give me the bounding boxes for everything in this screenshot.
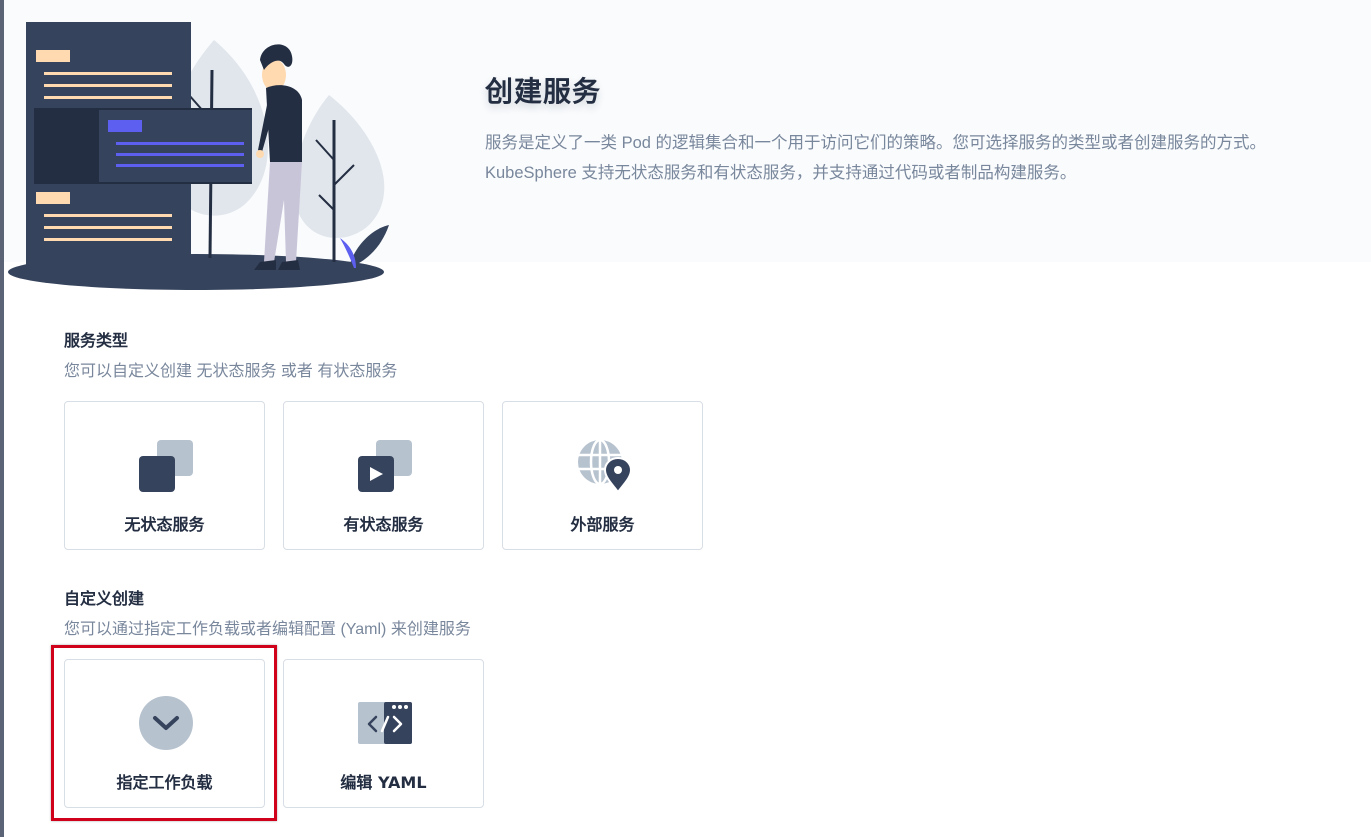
service-types-description: 您可以自定义创建 无状态服务 或者 有状态服务	[64, 363, 398, 380]
custom-create-description: 您可以通过指定工作负载或者编辑配置 (Yaml) 来创建服务	[64, 621, 471, 638]
external-service-card[interactable]: 外部服务	[502, 401, 703, 550]
card-label: 指定工作负载	[116, 773, 213, 792]
code-window-icon	[358, 702, 412, 744]
stateful-service-card[interactable]: 有状态服务	[283, 401, 484, 550]
stateful-service-icon	[358, 440, 412, 492]
stateless-service-card[interactable]: 无状态服务	[64, 401, 265, 550]
custom-create-title: 自定义创建	[64, 589, 145, 608]
hero-illustration	[8, 22, 389, 290]
service-types-title: 服务类型	[64, 331, 129, 350]
page-description-line: 服务是定义了一类 Pod 的逻辑集合和一个用于访问它们的策略。您可选择服务的类型…	[485, 134, 1267, 152]
page-description: 服务是定义了一类 Pod 的逻辑集合和一个用于访问它们的策略。您可选择服务的类型…	[485, 128, 1365, 188]
card-label: 无状态服务	[124, 515, 205, 534]
external-service-icon	[578, 438, 633, 494]
card-label: 编辑 YAML	[340, 773, 427, 792]
card-label: 外部服务	[570, 515, 635, 534]
page-description-line: KubeSphere 支持无状态服务和有状态服务，并支持通过代码或者制品构建服务…	[485, 164, 1077, 182]
specify-workload-card[interactable]: 指定工作负载	[64, 659, 265, 808]
hero-banner: 创建服务 服务是定义了一类 Pod 的逻辑集合和一个用于访问它们的策略。您可选择…	[4, 0, 1371, 290]
edit-yaml-card[interactable]: 编辑 YAML	[283, 659, 484, 808]
card-label: 有状态服务	[343, 515, 424, 534]
page-title: 创建服务	[485, 75, 602, 108]
check-circle-icon	[139, 696, 193, 750]
stateless-service-icon	[139, 440, 193, 492]
